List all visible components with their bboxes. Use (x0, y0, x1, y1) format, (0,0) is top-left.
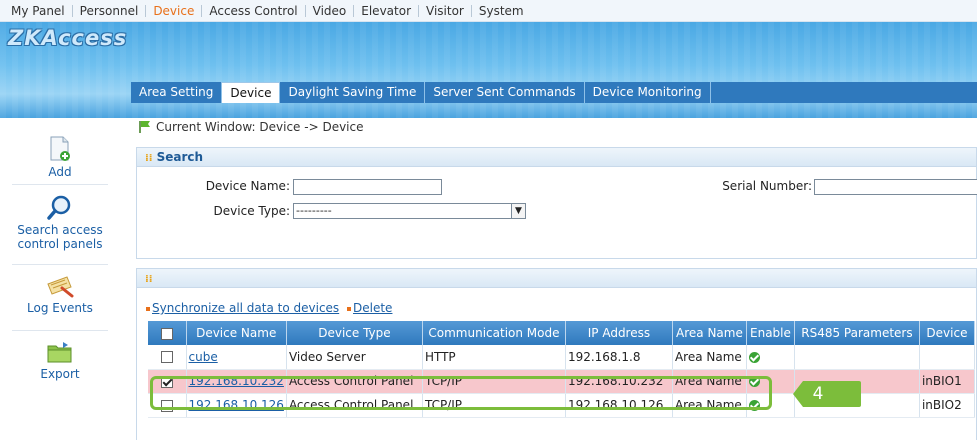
chevron-down-icon[interactable]: ▼ (511, 204, 525, 218)
sidebar-add-label: Add (48, 165, 72, 179)
menu-system[interactable]: System (472, 5, 531, 17)
select-all-header[interactable] (148, 321, 187, 345)
device-cell: inBIO1 (919, 369, 975, 394)
sidebar-item-log-events[interactable]: Log Events (0, 274, 120, 315)
column-rs485-parameters[interactable]: RS485 Parameters (794, 321, 920, 345)
list-panel-header: ⁞⁞ (137, 269, 976, 288)
sync-all-link[interactable]: Synchronize all data to devices (152, 301, 339, 315)
enable-cell (746, 345, 795, 370)
row-select-cell[interactable] (148, 345, 187, 370)
tab-device-monitoring[interactable]: Device Monitoring (584, 82, 711, 103)
sidebar-search-label-2: control panels (17, 237, 103, 251)
device-name-link[interactable]: cube (189, 350, 218, 364)
sidebar-divider (12, 264, 108, 265)
column-ip-address[interactable]: IP Address (565, 321, 673, 345)
comm-mode-cell: HTTP (422, 345, 566, 370)
breadcrumb: Current Window: Device -> Device (138, 118, 364, 136)
sidebar-item-search[interactable]: Search access control panels (0, 194, 120, 251)
search-panel: ⁞⁞ Search Device Name: Serial Number: Dev… (136, 147, 977, 259)
add-document-icon (50, 136, 70, 161)
serial-number-input[interactable] (814, 179, 977, 195)
step-highlight-frame (150, 376, 772, 410)
menu-personnel[interactable]: Personnel (73, 4, 147, 17)
area-name-cell: Area Name (672, 345, 747, 370)
tab-area-setting[interactable]: Area Setting (131, 82, 223, 103)
tab-strip: Area Setting Device Daylight Saving Time… (131, 82, 711, 103)
select-all-checkbox[interactable] (160, 327, 173, 340)
device-type-value: --------- (296, 204, 332, 217)
sidebar-divider (12, 184, 108, 185)
panel-grip-icon: ⁞⁞ (145, 274, 153, 285)
tab-daylight-saving-time[interactable]: Daylight Saving Time (280, 82, 426, 103)
sidebar-export-label: Export (40, 367, 80, 381)
sidebar: Add Search access control panels Log Eve… (0, 118, 120, 440)
sidebar-item-export[interactable]: Export (0, 340, 120, 381)
device-type-label: Device Type: (213, 204, 290, 218)
step-number: 4 (812, 384, 824, 404)
banner-pattern (0, 22, 977, 118)
menu-device[interactable]: Device (146, 4, 203, 17)
table-row[interactable]: cube Video Server HTTP 192.168.1.8 Area … (148, 345, 975, 370)
device-type-select[interactable]: --------- ▼ (293, 203, 526, 219)
rs485-cell (794, 345, 920, 370)
column-area-name[interactable]: Area Name (672, 321, 747, 345)
device-name-cell: cube (186, 345, 287, 370)
serial-number-label: Serial Number: (722, 179, 812, 193)
tab-device[interactable]: Device (222, 82, 281, 103)
bullet-icon (347, 306, 352, 311)
device-name-label: Device Name: (205, 179, 290, 193)
sidebar-log-events-label: Log Events (27, 301, 93, 315)
row-checkbox[interactable] (160, 351, 173, 364)
device-cell: inBIO2 (919, 393, 975, 418)
column-device[interactable]: Device (919, 321, 975, 345)
column-device-name[interactable]: Device Name (186, 321, 287, 345)
column-communication-mode[interactable]: Communication Mode (422, 321, 566, 345)
export-folder-icon (47, 342, 72, 363)
sidebar-search-label-1: Search access (17, 223, 103, 237)
search-title: Search (156, 150, 204, 164)
search-panel-header: ⁞⁞ Search (137, 148, 976, 167)
column-enable[interactable]: Enable (746, 321, 795, 345)
breadcrumb-text: Current Window: Device -> Device (156, 120, 364, 134)
device-cell (919, 345, 975, 370)
sidebar-divider (12, 330, 108, 331)
table-header-row: Device Name Device Type Communication Mo… (148, 321, 975, 345)
flag-icon (139, 121, 150, 133)
device-type-cell: Video Server (286, 345, 423, 370)
menu-access-control[interactable]: Access Control (202, 4, 306, 17)
tab-server-sent-commands[interactable]: Server Sent Commands (425, 82, 585, 103)
bullet-icon (146, 306, 150, 311)
app-logo: ZKAccess (8, 26, 128, 50)
sidebar-item-add[interactable]: Add (0, 136, 120, 179)
search-icon (47, 195, 71, 220)
menu-visitor[interactable]: Visitor (419, 4, 472, 17)
header-banner: ZKAccess (0, 22, 977, 118)
menu-my-panel[interactable]: My Panel (4, 4, 73, 17)
device-name-input[interactable] (293, 179, 442, 195)
action-links: Synchronize all data to devices Delete (146, 301, 392, 315)
menu-elevator[interactable]: Elevator (354, 4, 419, 17)
enabled-check-icon (748, 351, 760, 363)
ip-address-cell: 192.168.1.8 (565, 345, 673, 370)
top-menu: My Panel Personnel Device Access Control… (0, 0, 977, 22)
menu-video[interactable]: Video (306, 4, 355, 17)
column-device-type[interactable]: Device Type (286, 321, 423, 345)
delete-link[interactable]: Delete (353, 301, 392, 315)
panel-grip-icon: ⁞⁞ (145, 153, 153, 164)
log-events-icon (47, 276, 74, 298)
